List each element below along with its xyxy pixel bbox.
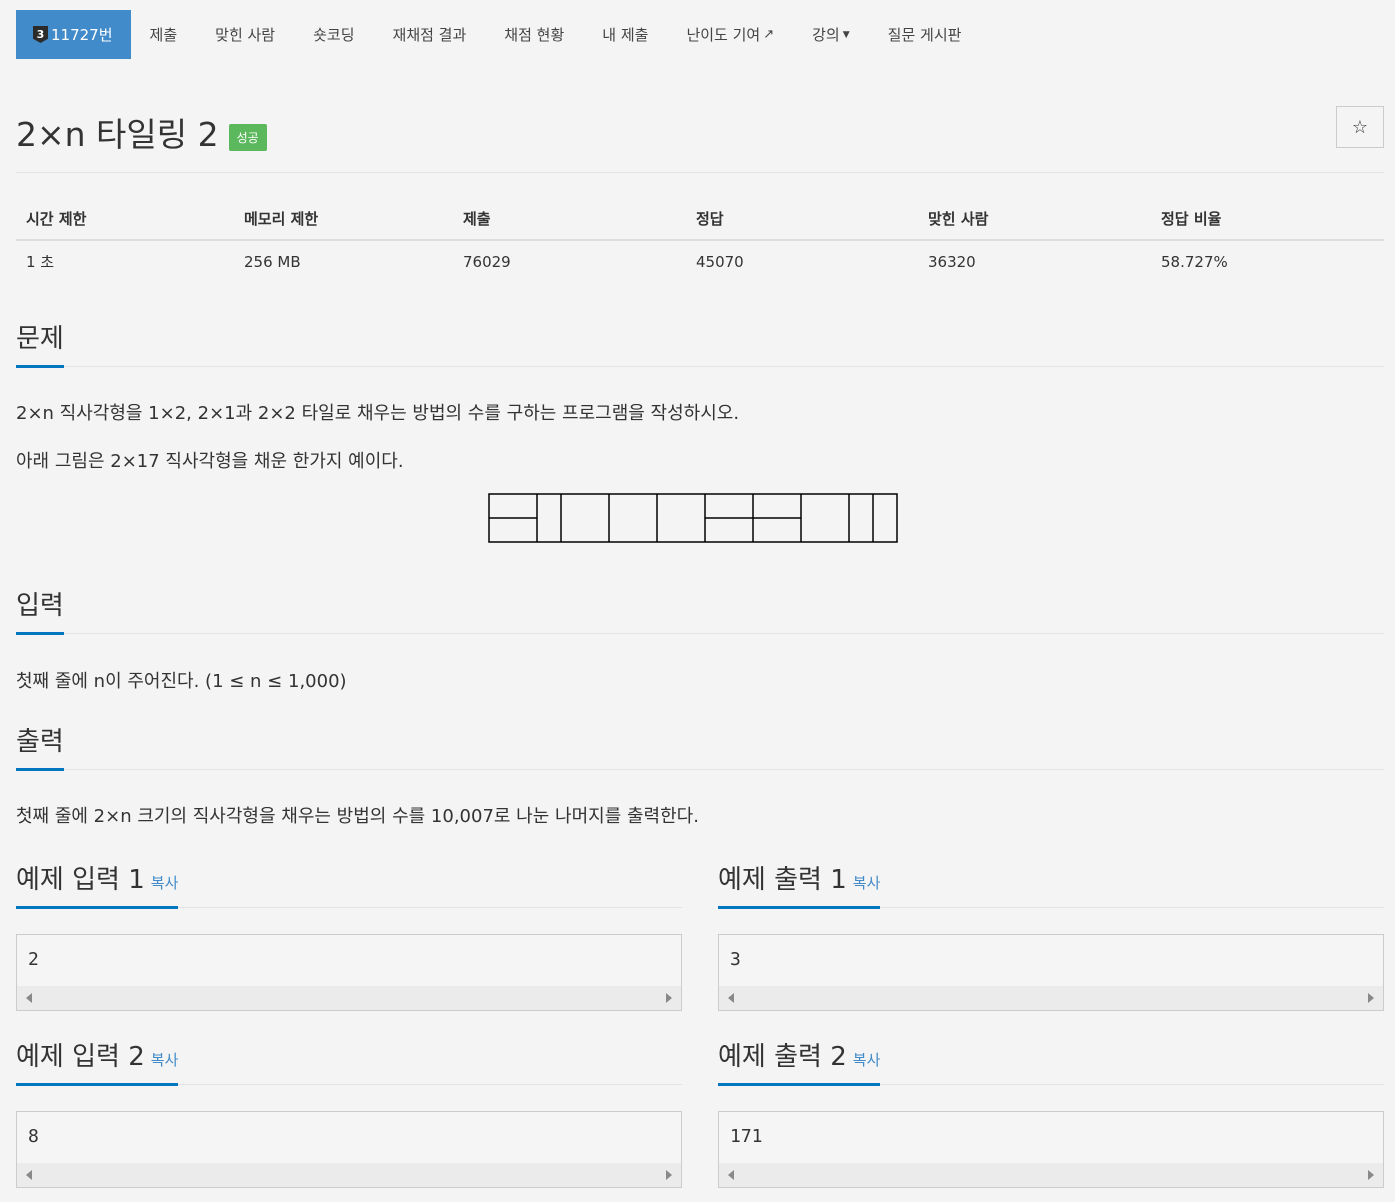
header-submissions: 제출 — [453, 196, 686, 241]
sample-input-1-heading: 예제 입력 1 — [16, 865, 145, 895]
title-divider — [16, 172, 1384, 173]
problem-info-table: 시간 제한 메모리 제한 제출 정답 맞힌 사람 정답 비율 1 초 256 M… — [16, 196, 1384, 282]
favorite-button[interactable]: ☆ — [1336, 106, 1384, 148]
nav-rejudge-results[interactable]: 재채점 결과 — [374, 10, 486, 59]
status-badge: 성공 — [228, 123, 267, 151]
scroll-right-icon[interactable] — [666, 1170, 672, 1180]
scroll-right-icon[interactable] — [666, 993, 672, 1003]
header-memory-limit: 메모리 제한 — [234, 196, 453, 241]
sample-input-2-heading: 예제 입력 2 — [16, 1042, 145, 1072]
title-row: 2×n 타일링 2 성공 — [16, 108, 267, 156]
sample-output-1-box[interactable]: 3 — [718, 934, 1384, 1011]
nav-solved-users[interactable]: 맞힌 사람 — [196, 10, 294, 59]
nav-my-submissions[interactable]: 내 제출 — [583, 10, 667, 59]
sample-input-2-value: 8 — [28, 1126, 39, 1147]
copy-sample-input-1-link[interactable]: 복사 — [151, 874, 179, 892]
sample-input-2-header: 예제 입력 2 복사 — [16, 1036, 682, 1086]
sample-output-2-heading: 예제 출력 2 — [718, 1042, 847, 1072]
star-icon: ☆ — [1351, 116, 1369, 138]
copy-sample-output-2-link[interactable]: 복사 — [853, 1051, 881, 1069]
value-submissions: 76029 — [463, 252, 511, 271]
sample-input-2-box[interactable]: 8 — [16, 1111, 682, 1188]
nav-difficulty-contribution[interactable]: 난이도 기여 ↗ — [667, 10, 793, 59]
scroll-right-icon[interactable] — [1368, 1170, 1374, 1180]
nav-lectures-dropdown[interactable]: 강의 ▼ — [793, 10, 869, 59]
input-section-header: 입력 — [16, 585, 1384, 635]
output-heading: 출력 — [16, 721, 64, 771]
nav-short-coding[interactable]: 숏코딩 — [294, 10, 373, 59]
horizontal-scrollbar[interactable] — [17, 986, 681, 1010]
header-accepted: 정답 — [686, 196, 918, 241]
output-section-header: 출력 — [16, 721, 1384, 771]
horizontal-scrollbar[interactable] — [719, 1163, 1383, 1187]
nav-qna-board[interactable]: 질문 게시판 — [869, 10, 981, 59]
nav-submit[interactable]: 제출 — [131, 10, 197, 59]
sample-input-2-heading-wrap: 예제 입력 2 복사 — [16, 1036, 179, 1086]
value-accept-ratio: 58.727% — [1161, 252, 1228, 271]
value-memory-limit: 256 MB — [244, 252, 301, 271]
difficulty-label: 난이도 기여 — [686, 26, 761, 44]
output-description: 첫째 줄에 2×n 크기의 직사각형을 채우는 방법의 수를 10,007로 나… — [16, 806, 699, 827]
scroll-left-icon[interactable] — [728, 993, 734, 1003]
sample-output-2-heading-wrap: 예제 출력 2 복사 — [718, 1036, 881, 1086]
scroll-left-icon[interactable] — [26, 993, 32, 1003]
problem-title: 2×n 타일링 2 — [16, 115, 219, 154]
problem-section-header: 문제 — [16, 318, 1384, 368]
problem-description-2: 아래 그림은 2×17 직사각형을 채운 한가지 예이다. — [16, 451, 404, 472]
value-time-limit: 1 초 — [26, 253, 55, 271]
lectures-label: 강의 — [812, 26, 840, 44]
scroll-left-icon[interactable] — [26, 1170, 32, 1180]
header-time-limit: 시간 제한 — [16, 196, 234, 241]
sample-input-1-heading-wrap: 예제 입력 1 복사 — [16, 859, 179, 909]
sample-input-1-value: 2 — [28, 949, 39, 970]
info-header-row: 시간 제한 메모리 제한 제출 정답 맞힌 사람 정답 비율 — [16, 196, 1384, 241]
sample-output-1-heading: 예제 출력 1 — [718, 865, 847, 895]
sample-output-1-value: 3 — [730, 949, 741, 970]
sample-output-2-box[interactable]: 171 — [718, 1111, 1384, 1188]
input-description: 첫째 줄에 n이 주어진다. (1 ≤ n ≤ 1,000) — [16, 671, 347, 692]
sample-output-1-heading-wrap: 예제 출력 1 복사 — [718, 859, 881, 909]
nav-status[interactable]: 채점 현황 — [485, 10, 583, 59]
tiling-example-figure — [488, 493, 898, 543]
copy-sample-input-2-link[interactable]: 복사 — [151, 1051, 179, 1069]
scroll-right-icon[interactable] — [1368, 993, 1374, 1003]
horizontal-scrollbar[interactable] — [17, 1163, 681, 1187]
problem-nav: 3 11727번 제출 맞힌 사람 숏코딩 재채점 결과 채점 현황 내 제출 … — [16, 10, 980, 59]
value-solved-users: 36320 — [928, 252, 976, 271]
horizontal-scrollbar[interactable] — [719, 986, 1383, 1010]
tier-badge-icon: 3 — [33, 26, 48, 43]
problem-number-label: 11727번 — [51, 26, 113, 44]
sample-input-1-box[interactable]: 2 — [16, 934, 682, 1011]
input-heading: 입력 — [16, 585, 64, 635]
sample-output-2-value: 171 — [730, 1126, 763, 1147]
external-link-icon: ↗ — [763, 27, 775, 42]
header-solved-users: 맞힌 사람 — [918, 196, 1151, 241]
nav-problem-number[interactable]: 3 11727번 — [16, 10, 131, 59]
sample-output-1-header: 예제 출력 1 복사 — [718, 859, 1384, 909]
sample-input-1-header: 예제 입력 1 복사 — [16, 859, 682, 909]
problem-description-1: 2×n 직사각형을 1×2, 2×1과 2×2 타일로 채우는 방법의 수를 구… — [16, 403, 740, 424]
info-value-row: 1 초 256 MB 76029 45070 36320 58.727% — [16, 240, 1384, 282]
value-accepted: 45070 — [696, 252, 744, 271]
header-accept-ratio: 정답 비율 — [1151, 196, 1384, 241]
sample-output-2-header: 예제 출력 2 복사 — [718, 1036, 1384, 1086]
caret-down-icon: ▼ — [842, 29, 850, 40]
copy-sample-output-1-link[interactable]: 복사 — [853, 874, 881, 892]
problem-heading: 문제 — [16, 318, 64, 368]
scroll-left-icon[interactable] — [728, 1170, 734, 1180]
